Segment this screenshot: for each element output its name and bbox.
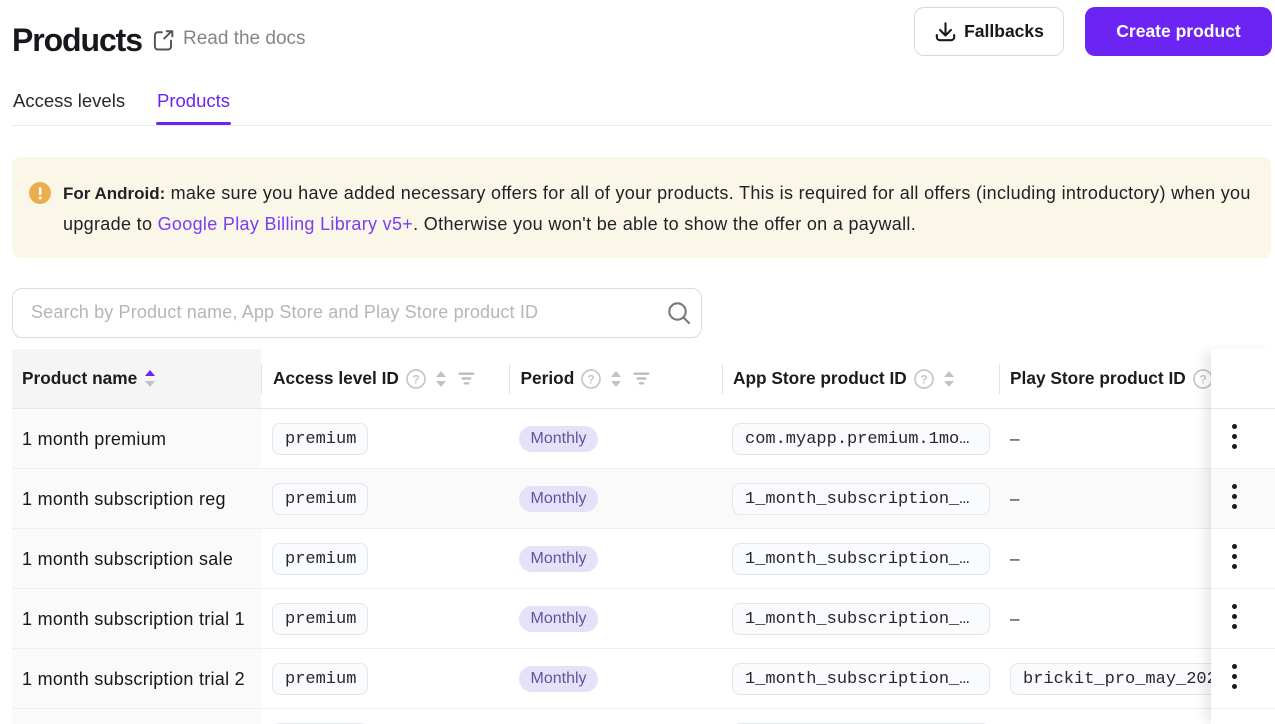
svg-text:?: ? <box>920 372 927 386</box>
svg-text:?: ? <box>1199 372 1206 386</box>
svg-text:?: ? <box>412 372 419 386</box>
svg-text:?: ? <box>588 372 595 386</box>
